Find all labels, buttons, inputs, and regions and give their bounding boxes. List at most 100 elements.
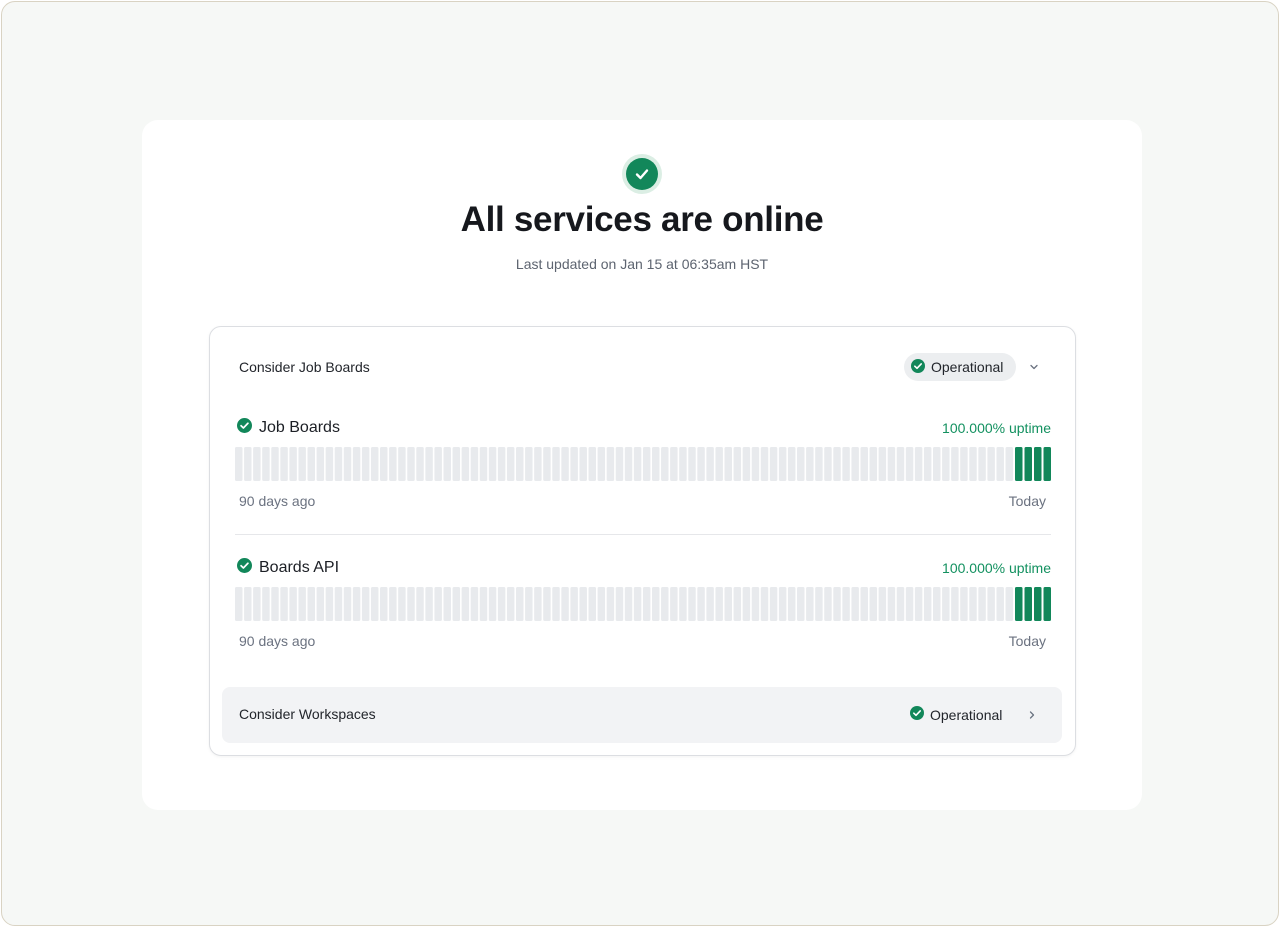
uptime-bar-no-data[interactable]	[443, 587, 451, 621]
uptime-bar-operational[interactable]	[1043, 587, 1052, 621]
uptime-bar-no-data[interactable]	[806, 447, 814, 481]
uptime-bar-no-data[interactable]	[479, 587, 488, 621]
uptime-bar-no-data[interactable]	[923, 447, 932, 481]
uptime-bar-operational[interactable]	[1034, 587, 1042, 621]
uptime-bar-no-data[interactable]	[896, 447, 905, 481]
uptime-bar-no-data[interactable]	[670, 587, 678, 621]
uptime-bar-no-data[interactable]	[742, 447, 751, 481]
uptime-bar-no-data[interactable]	[271, 447, 279, 481]
uptime-bar-no-data[interactable]	[561, 447, 569, 481]
uptime-bar-no-data[interactable]	[751, 447, 760, 481]
uptime-bar-no-data[interactable]	[996, 587, 1004, 621]
uptime-bar-no-data[interactable]	[652, 587, 660, 621]
uptime-bar-no-data[interactable]	[688, 447, 696, 481]
uptime-bar-no-data[interactable]	[307, 587, 315, 621]
uptime-bar-no-data[interactable]	[969, 447, 977, 481]
uptime-bar-no-data[interactable]	[343, 587, 352, 621]
uptime-bar-no-data[interactable]	[543, 587, 551, 621]
uptime-bar-no-data[interactable]	[661, 447, 669, 481]
uptime-bar-no-data[interactable]	[679, 587, 687, 621]
uptime-bar-no-data[interactable]	[461, 587, 470, 621]
uptime-bar-no-data[interactable]	[661, 587, 669, 621]
uptime-bar-no-data[interactable]	[497, 587, 506, 621]
uptime-bar-no-data[interactable]	[307, 447, 315, 481]
uptime-bar-no-data[interactable]	[606, 447, 615, 481]
uptime-bar-no-data[interactable]	[960, 587, 968, 621]
uptime-bar-no-data[interactable]	[334, 447, 343, 481]
uptime-bar-no-data[interactable]	[561, 587, 569, 621]
uptime-bar-no-data[interactable]	[760, 587, 769, 621]
uptime-bar-no-data[interactable]	[516, 587, 524, 621]
uptime-bar-no-data[interactable]	[280, 587, 288, 621]
uptime-bar-no-data[interactable]	[262, 447, 270, 481]
uptime-bar-no-data[interactable]	[416, 447, 424, 481]
uptime-bar-operational[interactable]	[1015, 447, 1023, 481]
uptime-bar-no-data[interactable]	[570, 587, 578, 621]
uptime-bar-no-data[interactable]	[851, 447, 859, 481]
uptime-bar-no-data[interactable]	[642, 587, 651, 621]
uptime-bar-no-data[interactable]	[688, 587, 696, 621]
uptime-bar-no-data[interactable]	[552, 447, 560, 481]
uptime-bar-no-data[interactable]	[380, 447, 388, 481]
uptime-bar-operational[interactable]	[1024, 447, 1033, 481]
uptime-bar-no-data[interactable]	[470, 587, 479, 621]
uptime-bar-no-data[interactable]	[488, 587, 497, 621]
uptime-bar-no-data[interactable]	[697, 447, 705, 481]
uptime-bar-no-data[interactable]	[543, 447, 551, 481]
uptime-bar-no-data[interactable]	[579, 447, 587, 481]
uptime-bar-no-data[interactable]	[298, 587, 306, 621]
uptime-bar-no-data[interactable]	[244, 447, 252, 481]
uptime-bar-no-data[interactable]	[443, 447, 451, 481]
uptime-bar-no-data[interactable]	[851, 587, 859, 621]
uptime-bar-no-data[interactable]	[815, 587, 823, 621]
uptime-bar-no-data[interactable]	[579, 587, 587, 621]
uptime-bar-no-data[interactable]	[235, 587, 243, 621]
uptime-bar-no-data[interactable]	[715, 587, 723, 621]
uptime-bar-no-data[interactable]	[606, 587, 615, 621]
uptime-bar-no-data[interactable]	[525, 447, 533, 481]
uptime-bar-no-data[interactable]	[797, 587, 805, 621]
uptime-bar-no-data[interactable]	[724, 587, 732, 621]
uptime-bar-no-data[interactable]	[760, 447, 769, 481]
uptime-bar-no-data[interactable]	[398, 447, 406, 481]
uptime-bar-no-data[interactable]	[452, 587, 461, 621]
uptime-bar-no-data[interactable]	[996, 447, 1004, 481]
uptime-bar-no-data[interactable]	[978, 587, 986, 621]
uptime-bar-no-data[interactable]	[425, 587, 433, 621]
uptime-bar-no-data[interactable]	[787, 447, 796, 481]
uptime-bar-no-data[interactable]	[389, 587, 397, 621]
uptime-bar-no-data[interactable]	[642, 447, 651, 481]
uptime-bar-no-data[interactable]	[824, 587, 832, 621]
uptime-bar-no-data[interactable]	[271, 587, 279, 621]
uptime-bar-no-data[interactable]	[987, 447, 995, 481]
uptime-bar-no-data[interactable]	[488, 447, 497, 481]
uptime-bar-no-data[interactable]	[389, 447, 397, 481]
uptime-bar-no-data[interactable]	[361, 447, 370, 481]
uptime-bar-no-data[interactable]	[1005, 587, 1013, 621]
uptime-bar-no-data[interactable]	[633, 447, 642, 481]
uptime-bar-no-data[interactable]	[896, 587, 905, 621]
uptime-bar-no-data[interactable]	[597, 447, 606, 481]
uptime-bar-no-data[interactable]	[860, 587, 868, 621]
uptime-bar-no-data[interactable]	[534, 587, 542, 621]
uptime-bar-no-data[interactable]	[398, 587, 406, 621]
uptime-bar-no-data[interactable]	[289, 587, 297, 621]
uptime-bar-no-data[interactable]	[506, 587, 515, 621]
uptime-bar-no-data[interactable]	[833, 587, 841, 621]
uptime-bar-no-data[interactable]	[615, 447, 624, 481]
uptime-bar-no-data[interactable]	[452, 447, 461, 481]
uptime-bar-no-data[interactable]	[434, 447, 442, 481]
uptime-bar-no-data[interactable]	[815, 447, 823, 481]
uptime-bar-no-data[interactable]	[407, 587, 415, 621]
group-header-job-boards[interactable]: Consider Job Boards Operational	[210, 327, 1075, 407]
uptime-bar-no-data[interactable]	[343, 447, 352, 481]
uptime-bar-no-data[interactable]	[751, 587, 760, 621]
uptime-bar-no-data[interactable]	[824, 447, 832, 481]
uptime-bar-no-data[interactable]	[769, 447, 778, 481]
uptime-bar-no-data[interactable]	[778, 447, 787, 481]
uptime-bar-no-data[interactable]	[380, 587, 388, 621]
uptime-bar-no-data[interactable]	[869, 587, 878, 621]
chevron-down-icon[interactable]	[1026, 359, 1042, 375]
uptime-bar-no-data[interactable]	[416, 587, 424, 621]
uptime-bar-no-data[interactable]	[434, 587, 442, 621]
